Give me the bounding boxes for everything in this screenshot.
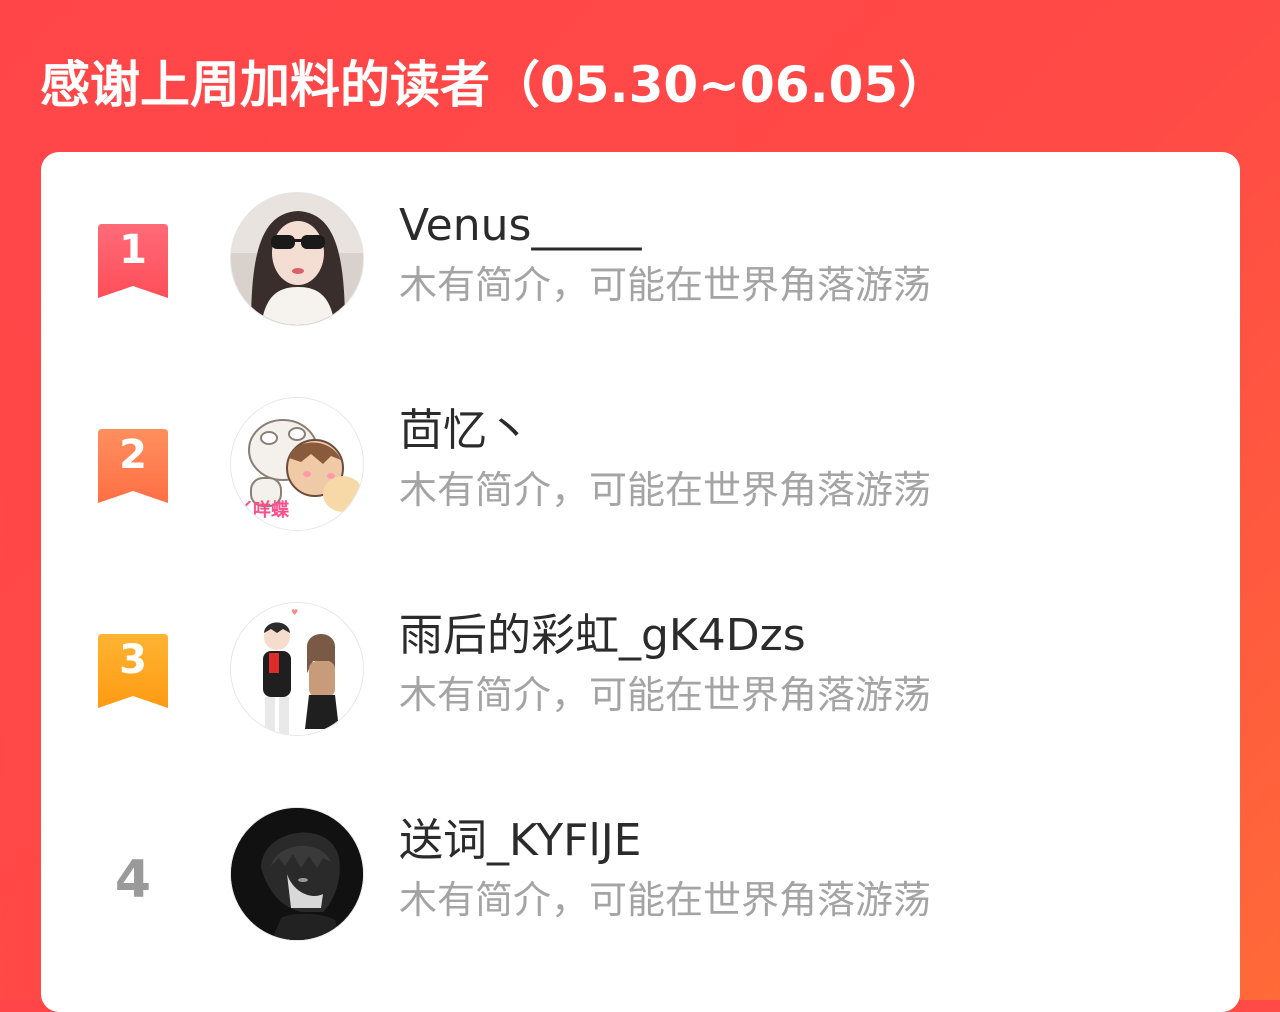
reader-bio: 木有简介，可能在世界角落游荡 [399, 468, 932, 512]
reader-name[interactable]: 送词_KYFlJE [399, 813, 641, 869]
rank-number: 4 [114, 850, 152, 910]
reader-row[interactable]: 1 Venus_____ 木有简介，可能在世界角落游荡 [41, 192, 1240, 332]
reader-bio: 木有简介，可能在世界角落游荡 [399, 263, 932, 307]
rank-ribbon-icon: 2 [98, 429, 168, 503]
reader-row[interactable]: 2 丫咩蝶 茴忆丶 木有简介，可能在世界角落游荡 [41, 397, 1240, 537]
svg-text:♥: ♥ [291, 608, 298, 617]
reader-list-card: 1 Venus_____ 木有简介，可能在世界角落游荡 2 丫咩蝶 茴忆丶 木有… [41, 152, 1240, 1012]
rank-number: 2 [119, 432, 147, 478]
avatar-caption: 丫咩蝶 [235, 500, 289, 521]
reader-row[interactable]: 4 送词_KYFlJE 木有简介，可能在世界角落游荡 [41, 807, 1240, 947]
girl-sunglasses-avatar-icon [231, 193, 363, 325]
reader-bio: 木有简介，可能在世界角落游荡 [399, 878, 932, 922]
avatar[interactable] [230, 192, 364, 326]
couple-illustration-avatar-icon: ♥ [231, 603, 363, 735]
reader-name[interactable]: 雨后的彩虹_gK4Dzs [399, 608, 806, 664]
rank-ribbon-icon: 1 [98, 224, 168, 298]
reader-row[interactable]: 3 ♥ 雨后的彩虹_gK4Dzs 木有简介，可能在世界角落游荡 [41, 602, 1240, 742]
rank-number: 3 [119, 637, 147, 683]
avatar[interactable]: ♥ [230, 602, 364, 736]
reader-name[interactable]: 茴忆丶 [399, 403, 531, 459]
avatar[interactable]: 丫咩蝶 [230, 397, 364, 531]
page-title: 感谢上周加料的读者（05.30~06.05） [40, 56, 949, 114]
dark-anime-boy-avatar-icon [231, 808, 363, 940]
reader-bio: 木有简介，可能在世界角落游荡 [399, 673, 932, 717]
avatar[interactable] [230, 807, 364, 941]
rank-ribbon-icon: 3 [98, 634, 168, 708]
rank-number: 1 [119, 227, 147, 273]
reader-name[interactable]: Venus_____ [399, 198, 641, 254]
